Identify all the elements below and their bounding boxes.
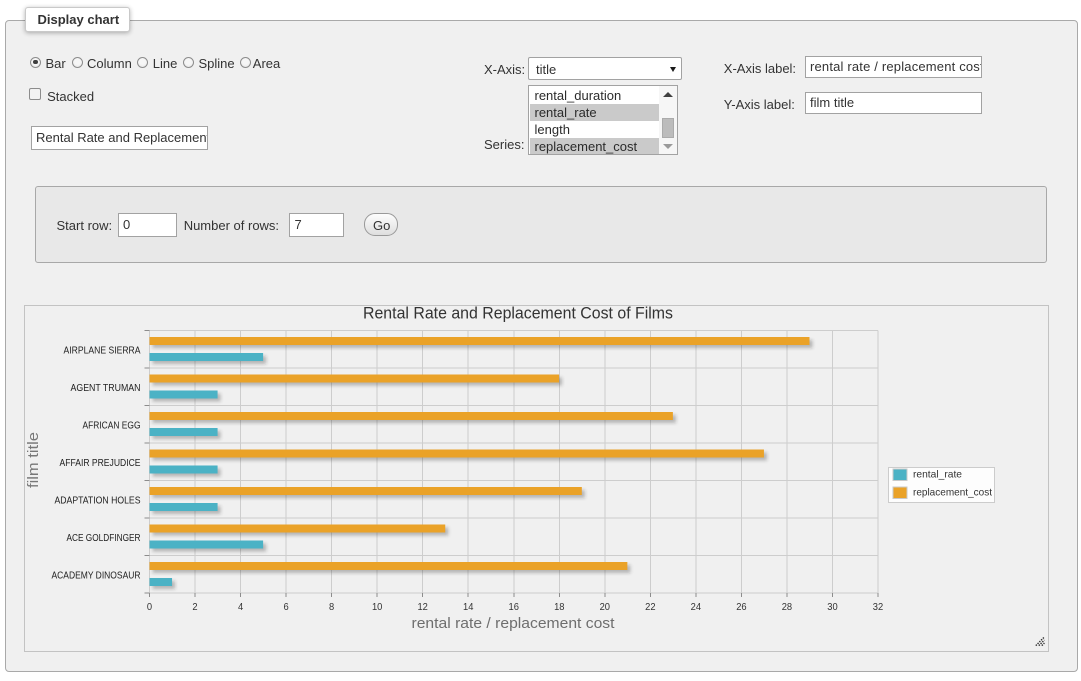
svg-text:20: 20 — [600, 602, 611, 613]
svg-text:24: 24 — [691, 602, 702, 613]
svg-text:16: 16 — [509, 602, 520, 613]
svg-text:12: 12 — [417, 602, 428, 613]
svg-text:film title: film title — [25, 432, 42, 488]
svg-text:replacement_cost: replacement_cost — [913, 487, 992, 499]
svg-text:32: 32 — [873, 602, 884, 613]
svg-text:AFRICAN EGG: AFRICAN EGG — [83, 421, 141, 432]
svg-text:rental rate / replacement cost: rental rate / replacement cost — [412, 615, 616, 632]
svg-text:28: 28 — [782, 602, 793, 613]
svg-text:6: 6 — [283, 602, 289, 613]
svg-text:Rental Rate and Replacement Co: Rental Rate and Replacement Cost of Film… — [363, 305, 673, 322]
svg-text:AIRPLANE SIERRA: AIRPLANE SIERRA — [64, 346, 141, 357]
svg-text:rental_rate: rental_rate — [913, 469, 962, 481]
svg-text:18: 18 — [554, 602, 565, 613]
svg-text:2: 2 — [192, 602, 198, 613]
svg-text:4: 4 — [238, 602, 244, 613]
svg-text:22: 22 — [645, 602, 656, 613]
svg-text:AGENT TRUMAN: AGENT TRUMAN — [71, 383, 141, 394]
svg-text:10: 10 — [372, 602, 383, 613]
svg-text:8: 8 — [329, 602, 335, 613]
svg-text:ACADEMY DINOSAUR: ACADEMY DINOSAUR — [52, 571, 141, 582]
svg-text:AFFAIR PREJUDICE: AFFAIR PREJUDICE — [60, 458, 141, 469]
svg-text:30: 30 — [827, 602, 838, 613]
svg-text:14: 14 — [463, 602, 474, 613]
svg-text:0: 0 — [147, 602, 153, 613]
svg-text:26: 26 — [736, 602, 747, 613]
svg-text:ACE GOLDFINGER: ACE GOLDFINGER — [67, 533, 141, 544]
svg-text:ADAPTATION HOLES: ADAPTATION HOLES — [55, 496, 141, 507]
